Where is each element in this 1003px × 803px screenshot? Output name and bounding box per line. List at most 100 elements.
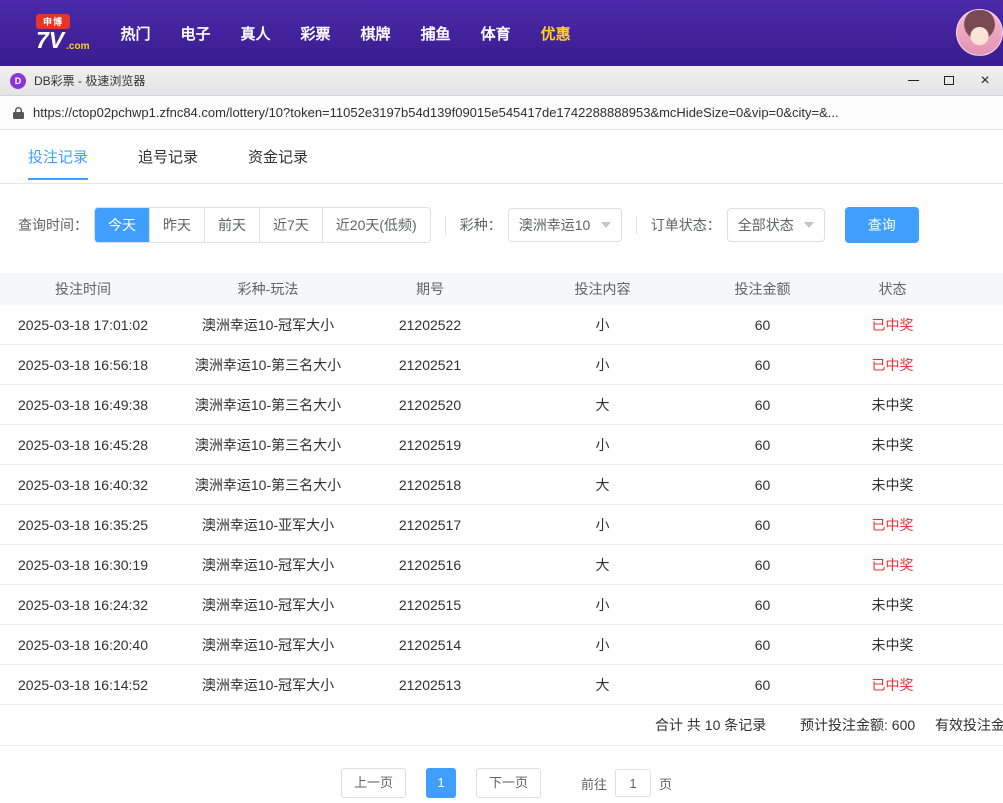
col-game: 彩种-玩法 xyxy=(237,281,299,297)
cell-bet-time: 2025-03-18 16:24:32 xyxy=(18,596,148,613)
cell-amount: 60 xyxy=(754,556,771,573)
top-navbar: 申博 7V .com 热门 电子 真人 彩票 棋牌 捕鱼 体育 优惠 xyxy=(0,0,1003,66)
records-table: 投注时间 彩种-玩法 期号 投注内容 投注金额 状态 2025-03-18 17… xyxy=(0,273,1003,705)
time-range-group: 今天 昨天 前天 近7天 近20天(低频) xyxy=(94,207,431,243)
cell-amount: 60 xyxy=(754,636,771,653)
nav-item-hot[interactable]: 热门 xyxy=(105,17,165,50)
cell-game: 澳洲幸运10-冠军大小 xyxy=(201,676,335,693)
cell-status: 已中奖 xyxy=(871,516,914,533)
cell-status: 已中奖 xyxy=(871,356,914,373)
table-row: 2025-03-18 16:56:18 澳洲幸运10-第三名大小 2120252… xyxy=(0,345,1003,385)
cell-bet-time: 2025-03-18 16:45:28 xyxy=(18,436,148,453)
col-content: 投注内容 xyxy=(574,281,631,297)
table-row: 2025-03-18 16:35:25 澳洲幸运10-亚军大小 21202517… xyxy=(0,505,1003,545)
nav-item-promo[interactable]: 优惠 xyxy=(526,17,586,50)
nav-item-cards[interactable]: 棋牌 xyxy=(346,17,406,50)
cell-amount: 60 xyxy=(754,436,771,453)
cell-issue: 21202517 xyxy=(398,516,462,533)
filter-divider xyxy=(444,216,446,234)
nav-item-sports[interactable]: 体育 xyxy=(466,17,526,50)
lottery-select-value: 澳洲幸运10 xyxy=(518,217,591,233)
cell-status: 未中奖 xyxy=(871,636,914,653)
cell-content: 大 xyxy=(595,396,610,413)
lock-icon xyxy=(13,106,24,120)
nav-item-lottery[interactable]: 彩票 xyxy=(286,17,346,50)
col-bet-time: 投注时间 xyxy=(55,281,111,297)
table-header: 投注时间 彩种-玩法 期号 投注内容 投注金额 状态 xyxy=(0,273,1003,305)
minimize-button[interactable] xyxy=(895,66,931,95)
logo-main: 7V xyxy=(36,27,65,53)
cell-status: 未中奖 xyxy=(871,476,914,493)
cell-bet-time: 2025-03-18 16:20:40 xyxy=(18,636,148,653)
maximize-icon xyxy=(944,76,954,85)
next-page-button[interactable]: 下一页 xyxy=(475,768,541,798)
cell-issue: 21202522 xyxy=(398,316,462,333)
cell-issue: 21202513 xyxy=(398,676,462,693)
close-icon: × xyxy=(980,71,990,89)
user-avatar[interactable] xyxy=(956,9,1003,56)
url-text: https://ctop02pchwp1.zfnc84.com/lottery/… xyxy=(33,105,839,120)
cell-content: 小 xyxy=(595,636,610,653)
site-logo[interactable]: 申博 7V .com xyxy=(36,14,89,52)
goto-page-unit: 页 xyxy=(659,776,673,792)
cell-bet-time: 2025-03-18 16:40:32 xyxy=(18,476,148,493)
order-status-select[interactable]: 全部状态 xyxy=(726,208,825,242)
time-option-yesterday[interactable]: 昨天 xyxy=(149,208,204,242)
tab-bet-records[interactable]: 投注记录 xyxy=(28,130,89,183)
tab-fund-records[interactable]: 资金记录 xyxy=(248,130,308,183)
time-option-7days[interactable]: 近7天 xyxy=(259,208,322,242)
minimize-icon xyxy=(907,80,919,81)
maximize-button[interactable] xyxy=(931,66,967,95)
table-row: 2025-03-18 16:14:52 澳洲幸运10-冠军大小 21202513… xyxy=(0,665,1003,705)
prev-page-button[interactable]: 上一页 xyxy=(340,768,406,798)
col-issue: 期号 xyxy=(416,281,444,297)
tab-chase-records[interactable]: 追号记录 xyxy=(138,130,198,183)
window-controls: × xyxy=(895,66,1003,95)
cell-bet-time: 2025-03-18 16:35:25 xyxy=(18,516,148,533)
cell-content: 小 xyxy=(595,596,610,613)
cell-issue: 21202518 xyxy=(398,476,462,493)
cell-status: 未中奖 xyxy=(871,596,914,613)
time-option-day-before[interactable]: 前天 xyxy=(204,208,259,242)
lottery-select[interactable]: 澳洲幸运10 xyxy=(507,208,622,242)
time-option-20days[interactable]: 近20天(低频) xyxy=(321,208,430,242)
cell-bet-time: 2025-03-18 16:30:19 xyxy=(18,556,148,573)
page-number-current[interactable]: 1 xyxy=(425,768,456,798)
cell-content: 大 xyxy=(595,476,610,493)
nav-item-fishing[interactable]: 捕鱼 xyxy=(406,17,466,50)
main-nav: 热门 电子 真人 彩票 棋牌 捕鱼 体育 优惠 xyxy=(105,17,585,50)
cell-issue: 21202519 xyxy=(398,436,462,453)
goto-page-input[interactable] xyxy=(615,769,652,797)
order-status-value: 全部状态 xyxy=(737,217,794,233)
address-bar[interactable]: https://ctop02pchwp1.zfnc84.com/lottery/… xyxy=(0,96,1003,130)
search-button[interactable]: 查询 xyxy=(844,207,919,243)
valid-amount-text: 有效投注金额: 600 xyxy=(935,717,1003,733)
cell-game: 澳洲幸运10-冠军大小 xyxy=(201,636,335,653)
cell-issue: 21202516 xyxy=(398,556,462,573)
window-title: DB彩票 - 极速浏览器 xyxy=(34,74,146,88)
logo-suffix: .com xyxy=(66,41,90,52)
table-row: 2025-03-18 16:24:32 澳洲幸运10-冠军大小 21202515… xyxy=(0,585,1003,625)
table-row: 2025-03-18 17:01:02 澳洲幸运10-冠军大小 21202522… xyxy=(0,305,1003,345)
cell-bet-time: 2025-03-18 16:14:52 xyxy=(18,676,148,693)
goto-page-group: 前往 页 xyxy=(581,769,672,797)
cell-content: 小 xyxy=(595,356,610,373)
filter-bar: 查询时间： 今天 昨天 前天 近7天 近20天(低频) 彩种： 澳洲幸运10 订… xyxy=(18,207,919,243)
cell-game: 澳洲幸运10-第三名大小 xyxy=(194,356,342,373)
cell-bet-time: 2025-03-18 16:49:38 xyxy=(18,396,148,413)
cell-game: 澳洲幸运10-冠军大小 xyxy=(201,596,335,613)
cell-game: 澳洲幸运10-亚军大小 xyxy=(201,516,335,533)
nav-item-live[interactable]: 真人 xyxy=(226,17,286,50)
status-filter-label: 订单状态： xyxy=(650,217,721,233)
cell-game: 澳洲幸运10-第三名大小 xyxy=(194,436,342,453)
cell-amount: 60 xyxy=(754,676,771,693)
cell-content: 大 xyxy=(595,556,610,573)
cell-issue: 21202514 xyxy=(398,636,462,653)
cell-amount: 60 xyxy=(754,316,771,333)
close-button[interactable]: × xyxy=(967,66,1003,95)
pagination: 上一页 1 下一页 前往 页 xyxy=(0,768,1003,798)
cell-amount: 60 xyxy=(754,356,771,373)
time-option-today[interactable]: 今天 xyxy=(95,208,149,242)
nav-item-electronic[interactable]: 电子 xyxy=(166,17,226,50)
cell-game: 澳洲幸运10-冠军大小 xyxy=(201,316,335,333)
